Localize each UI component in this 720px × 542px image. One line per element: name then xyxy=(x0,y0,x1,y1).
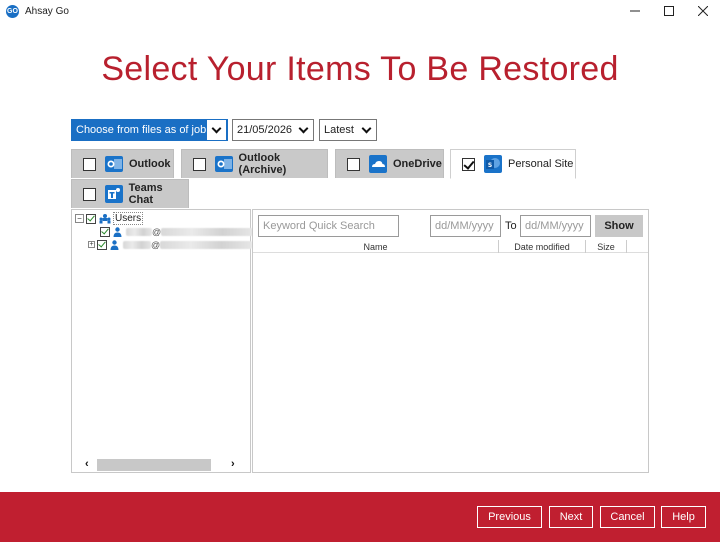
file-table-header: Name Date modified Size xyxy=(253,240,648,253)
tab-outlook-archive[interactable]: Outlook (Archive) xyxy=(181,149,328,178)
ahsay-go-logo-icon: GO xyxy=(6,4,19,18)
job-date-select[interactable]: 21/05/2026 xyxy=(232,119,314,141)
tab-outlook-label: Outlook xyxy=(129,158,171,170)
column-date-modified[interactable]: Date modified xyxy=(499,240,586,253)
user-checkbox[interactable] xyxy=(97,239,107,250)
teams-chat-checkbox[interactable] xyxy=(83,187,96,201)
cancel-button[interactable]: Cancel xyxy=(600,506,655,528)
scroll-right-icon[interactable]: › xyxy=(231,458,235,470)
teams-icon xyxy=(104,185,123,203)
outlook-archive-icon xyxy=(214,155,233,173)
column-name[interactable]: Name xyxy=(253,240,499,253)
scroll-left-icon[interactable]: ‹ xyxy=(85,458,89,470)
outlook-icon xyxy=(105,155,123,173)
job-version-value: Latest xyxy=(324,124,354,136)
user-tree-panel: − Users @ + @ ‹ › xyxy=(71,209,254,473)
personal-site-checkbox[interactable] xyxy=(462,157,475,171)
svg-text:S: S xyxy=(488,162,492,169)
help-button[interactable]: Help xyxy=(661,506,706,528)
tree-node-user[interactable]: @ xyxy=(91,225,254,238)
tab-onedrive-label: OneDrive xyxy=(393,158,442,170)
tab-outlook-archive-label: Outlook (Archive) xyxy=(238,152,287,176)
restore-mode-select[interactable]: Choose from files as of job xyxy=(71,119,228,141)
expand-icon[interactable]: + xyxy=(88,241,95,248)
window-controls xyxy=(618,0,720,22)
page-title: Select Your Items To Be Restored xyxy=(101,50,619,88)
maximize-icon[interactable] xyxy=(652,0,686,22)
tab-onedrive[interactable]: OneDrive xyxy=(335,149,444,178)
tree-horizontal-scrollbar[interactable]: ‹ › xyxy=(72,458,250,472)
keyword-search-input[interactable]: Keyword Quick Search xyxy=(258,215,399,237)
tree-node-users[interactable]: − Users xyxy=(75,212,144,225)
footer-bar: Previous Next Cancel Help xyxy=(0,492,720,542)
tab-personal-site-label: Personal Site xyxy=(508,158,574,170)
previous-button[interactable]: Previous xyxy=(477,506,542,528)
scrollbar-thumb[interactable] xyxy=(97,459,211,471)
file-list-panel: Keyword Quick Search dd/MM/yyyy To dd/MM… xyxy=(252,209,649,473)
job-version-select[interactable]: Latest xyxy=(319,119,377,141)
user-icon xyxy=(113,226,122,237)
chevron-down-icon xyxy=(207,120,226,140)
sharepoint-icon: S xyxy=(484,155,502,173)
tab-teams-chat[interactable]: Teams Chat xyxy=(71,179,189,208)
title-bar: GO Ahsay Go xyxy=(0,0,720,22)
minimize-icon[interactable] xyxy=(618,0,652,22)
to-label: To xyxy=(505,220,517,232)
user-domain-redacted xyxy=(161,227,254,236)
collapse-icon[interactable]: − xyxy=(75,214,84,223)
user-icon xyxy=(110,239,119,250)
outlook-archive-checkbox[interactable] xyxy=(193,157,206,171)
onedrive-checkbox[interactable] xyxy=(347,157,360,171)
window-title: Ahsay Go xyxy=(25,5,69,17)
onedrive-icon xyxy=(369,155,387,173)
outlook-checkbox[interactable] xyxy=(83,157,96,171)
next-button[interactable]: Next xyxy=(549,506,593,528)
chevron-down-icon xyxy=(356,120,376,140)
user-email-at: @ xyxy=(152,226,162,237)
from-date-input[interactable]: dd/MM/yyyy xyxy=(430,215,501,237)
tab-outlook[interactable]: Outlook xyxy=(71,149,174,178)
close-icon[interactable] xyxy=(686,0,720,22)
user-checkbox[interactable] xyxy=(100,226,110,237)
tab-personal-site[interactable]: S Personal Site xyxy=(450,149,576,179)
user-email-at: @ xyxy=(151,239,161,250)
users-checkbox[interactable] xyxy=(86,213,96,224)
show-button[interactable]: Show xyxy=(595,215,643,237)
users-label: Users xyxy=(113,212,144,225)
user-name-redacted xyxy=(126,227,152,236)
restore-mode-value: Choose from files as of job xyxy=(76,124,207,136)
user-domain-redacted xyxy=(160,240,253,249)
column-size[interactable]: Size xyxy=(586,240,627,253)
to-date-input[interactable]: dd/MM/yyyy xyxy=(520,215,591,237)
users-group-icon xyxy=(99,213,111,224)
tab-teams-chat-label: Teams Chat xyxy=(128,182,163,206)
user-name-redacted xyxy=(123,240,151,249)
job-date-value: 21/05/2026 xyxy=(237,124,293,136)
tree-node-user[interactable]: + @ xyxy=(88,238,253,251)
restore-window: GO Ahsay Go Select Your Items To Be Rest… xyxy=(0,0,720,542)
chevron-down-icon xyxy=(293,120,313,140)
